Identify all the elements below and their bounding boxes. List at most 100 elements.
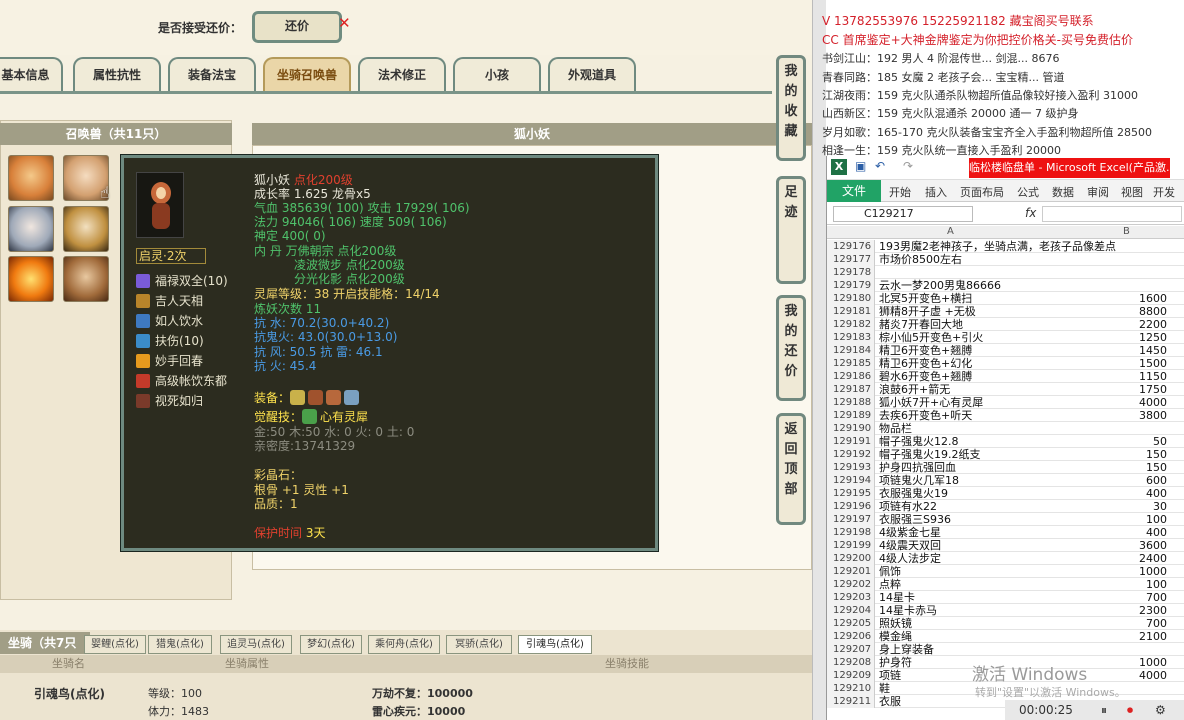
sheet-row[interactable]: 129200 4级人法步定 2400 [827, 552, 1184, 565]
summon-avatar[interactable] [8, 155, 54, 201]
cell-b[interactable]: 700 [1087, 617, 1167, 630]
cell-b[interactable]: 150 [1087, 448, 1167, 461]
row-number[interactable]: 129182 [827, 318, 875, 331]
sheet-row[interactable]: 129189 去疾6开变色+听天 3800 [827, 409, 1184, 422]
footprint-button[interactable]: 足迹 [776, 176, 806, 284]
sheet-row[interactable]: 129187 浪鼓6开+箭无 1750 [827, 383, 1184, 396]
sheet-row[interactable]: 129194 项链鬼火几军18 600 [827, 474, 1184, 487]
row-number[interactable]: 129200 [827, 552, 875, 565]
cell-b[interactable]: 600 [1087, 474, 1167, 487]
cell-b[interactable]: 2300 [1087, 604, 1167, 617]
my-counter-offer-button[interactable]: 我的还价 [776, 295, 806, 401]
cell-b[interactable]: 400 [1087, 526, 1167, 539]
sheet-row[interactable]: 129191 帽子强鬼火12.8 50 [827, 435, 1184, 448]
row-number[interactable]: 129179 [827, 279, 875, 292]
cell-b[interactable]: 30 [1087, 500, 1167, 513]
settings-icon[interactable]: ⚙ [1155, 700, 1166, 720]
sheet-row[interactable]: 129206 模金绳 2100 [827, 630, 1184, 643]
sheet-row[interactable]: 129204 14星卡赤马 2300 [827, 604, 1184, 617]
back-to-top-button[interactable]: 返回顶部 [776, 413, 806, 525]
mount-tab[interactable]: 乘何舟(点化) [368, 635, 440, 654]
ribbon-tab[interactable]: 视图 [1121, 184, 1143, 200]
sheet-row[interactable]: 129203 14星卡 700 [827, 591, 1184, 604]
row-number[interactable]: 129205 [827, 617, 875, 630]
mount-tab[interactable]: 婴鲤(点化) [84, 635, 146, 654]
close-icon[interactable]: ✕ [338, 14, 351, 32]
sheet-row[interactable]: 129183 棕小仙5开变色+引火 1250 [827, 331, 1184, 344]
cell-b[interactable]: 2100 [1087, 630, 1167, 643]
row-number[interactable]: 129206 [827, 630, 875, 643]
sheet-row[interactable]: 129182 赭炎7开春回大地 2200 [827, 318, 1184, 331]
sheet-row[interactable]: 129185 精卫6开变色+幻化 1500 [827, 357, 1184, 370]
ribbon-tab[interactable]: 数据 [1052, 184, 1074, 200]
row-number[interactable]: 129183 [827, 331, 875, 344]
mount-tab[interactable]: 冥骄(点化) [446, 635, 512, 654]
col-a-header[interactable]: A [947, 226, 954, 237]
cell-b[interactable]: 50 [1087, 435, 1167, 448]
sheet-row[interactable]: 129190 物品栏 [827, 422, 1184, 435]
cell-a[interactable]: 云水一梦200男鬼86666 [879, 279, 1139, 292]
sheet-row[interactable]: 129188 狐小妖7开+心有灵犀 4000 [827, 396, 1184, 409]
cell-b[interactable]: 700 [1087, 591, 1167, 604]
row-number[interactable]: 129207 [827, 643, 875, 656]
formula-input[interactable] [1042, 206, 1182, 222]
mount-tab[interactable]: 追灵马(点化) [220, 635, 292, 654]
col-b-header[interactable]: B [1123, 226, 1130, 237]
record-icon[interactable]: ⏺ [1127, 700, 1133, 720]
row-number[interactable]: 129203 [827, 591, 875, 604]
sheet-row[interactable]: 129193 护身四抗强回血 150 [827, 461, 1184, 474]
cell-a[interactable]: 身上穿装备 [879, 643, 1139, 656]
tab-spells[interactable]: 法术修正 [358, 57, 446, 91]
pause-icon[interactable]: ⏸ [1101, 700, 1107, 720]
row-number[interactable]: 129196 [827, 500, 875, 513]
cell-a[interactable]: 市场价8500左右 [879, 253, 1139, 266]
tab-attributes[interactable]: 属性抗性 [73, 57, 161, 91]
sheet-row[interactable]: 129201 佩饰 1000 [827, 565, 1184, 578]
cell-b[interactable]: 400 [1087, 487, 1167, 500]
row-number[interactable]: 129177 [827, 253, 875, 266]
cell-b[interactable]: 1600 [1087, 292, 1167, 305]
row-number[interactable]: 129211 [827, 695, 875, 708]
summon-avatar[interactable] [63, 256, 109, 302]
summon-avatar[interactable] [8, 206, 54, 252]
ribbon-tab[interactable]: 审阅 [1087, 184, 1109, 200]
tab-basic-info[interactable]: 基本信息 [0, 57, 63, 91]
mount-tab-active[interactable]: 引魂鸟(点化) [518, 635, 592, 654]
sheet-row[interactable]: 129192 帽子强鬼火19.2纸支 150 [827, 448, 1184, 461]
sheet-row[interactable]: 129177 市场价8500左右 [827, 253, 1184, 266]
cell-b[interactable]: 4000 [1087, 396, 1167, 409]
row-number[interactable]: 129201 [827, 565, 875, 578]
cell-b[interactable]: 2200 [1087, 318, 1167, 331]
row-number[interactable]: 129191 [827, 435, 875, 448]
sheet-row[interactable]: 129207 身上穿装备 [827, 643, 1184, 656]
cell-name-box[interactable]: C129217 [833, 206, 973, 222]
row-number[interactable]: 129178 [827, 266, 875, 279]
cell-b[interactable]: 1500 [1087, 357, 1167, 370]
row-number[interactable]: 129188 [827, 396, 875, 409]
row-number[interactable]: 129180 [827, 292, 875, 305]
sheet-row[interactable]: 129195 衣服强鬼火19 400 [827, 487, 1184, 500]
counter-offer-button[interactable]: 还价 [252, 11, 342, 43]
sheet-row[interactable]: 129181 狮精8开子虚 +无极 8800 [827, 305, 1184, 318]
ribbon-tab[interactable]: 插入 [925, 184, 947, 200]
row-number[interactable]: 129194 [827, 474, 875, 487]
function-icon[interactable]: fx [1025, 206, 1036, 220]
ribbon-file-tab[interactable]: 文件 [827, 180, 881, 202]
ribbon-tab[interactable]: 开始 [889, 184, 911, 200]
sheet-row[interactable]: 129197 衣服强三S936 100 [827, 513, 1184, 526]
row-number[interactable]: 129209 [827, 669, 875, 682]
cell-a[interactable]: 193男魔2老神孩子，坐骑点满，老孩子品像差点 [879, 240, 1139, 253]
row-number[interactable]: 129210 [827, 682, 875, 695]
cell-b[interactable]: 1450 [1087, 344, 1167, 357]
sheet-row[interactable]: 129180 北冥5开变色+横扫 1600 [827, 292, 1184, 305]
row-number[interactable]: 129187 [827, 383, 875, 396]
ribbon-tab[interactable]: 公式 [1017, 184, 1039, 200]
sheet-row[interactable]: 129198 4级紫金七星 400 [827, 526, 1184, 539]
row-number[interactable]: 129208 [827, 656, 875, 669]
cell-b[interactable]: 1750 [1087, 383, 1167, 396]
summon-avatar[interactable] [63, 206, 109, 252]
tab-equipment[interactable]: 装备法宝 [168, 57, 256, 91]
cell-b[interactable]: 100 [1087, 578, 1167, 591]
tab-mounts-summons[interactable]: 坐骑召唤兽 [263, 57, 351, 91]
cell-b[interactable]: 100 [1087, 513, 1167, 526]
